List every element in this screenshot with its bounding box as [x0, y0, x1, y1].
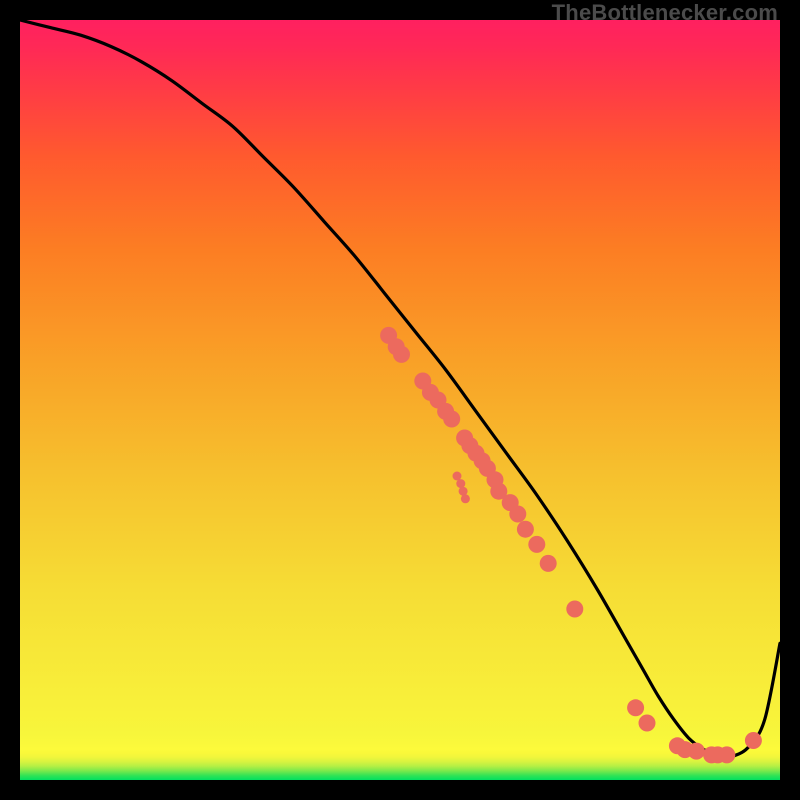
scatter-dot-small — [459, 487, 468, 496]
bottleneck-curve — [20, 20, 780, 757]
scatter-dot — [509, 506, 526, 523]
chart-frame: TheBottlenecker.com — [0, 0, 800, 800]
scatter-dot — [528, 536, 545, 553]
scatter-dot — [566, 601, 583, 618]
scatter-dot — [639, 715, 656, 732]
scatter-dot-small — [461, 494, 470, 503]
scatter-dot — [688, 743, 705, 760]
chart-svg — [20, 20, 780, 780]
scatter-points-small — [453, 472, 470, 504]
scatter-dot — [745, 732, 762, 749]
scatter-dot — [718, 746, 735, 763]
scatter-dot-small — [456, 479, 465, 488]
scatter-dot — [517, 521, 534, 538]
scatter-dot — [627, 699, 644, 716]
scatter-dot — [393, 346, 410, 363]
scatter-dot — [540, 555, 557, 572]
gradient-plot-area — [20, 20, 780, 780]
scatter-dot — [443, 411, 460, 428]
